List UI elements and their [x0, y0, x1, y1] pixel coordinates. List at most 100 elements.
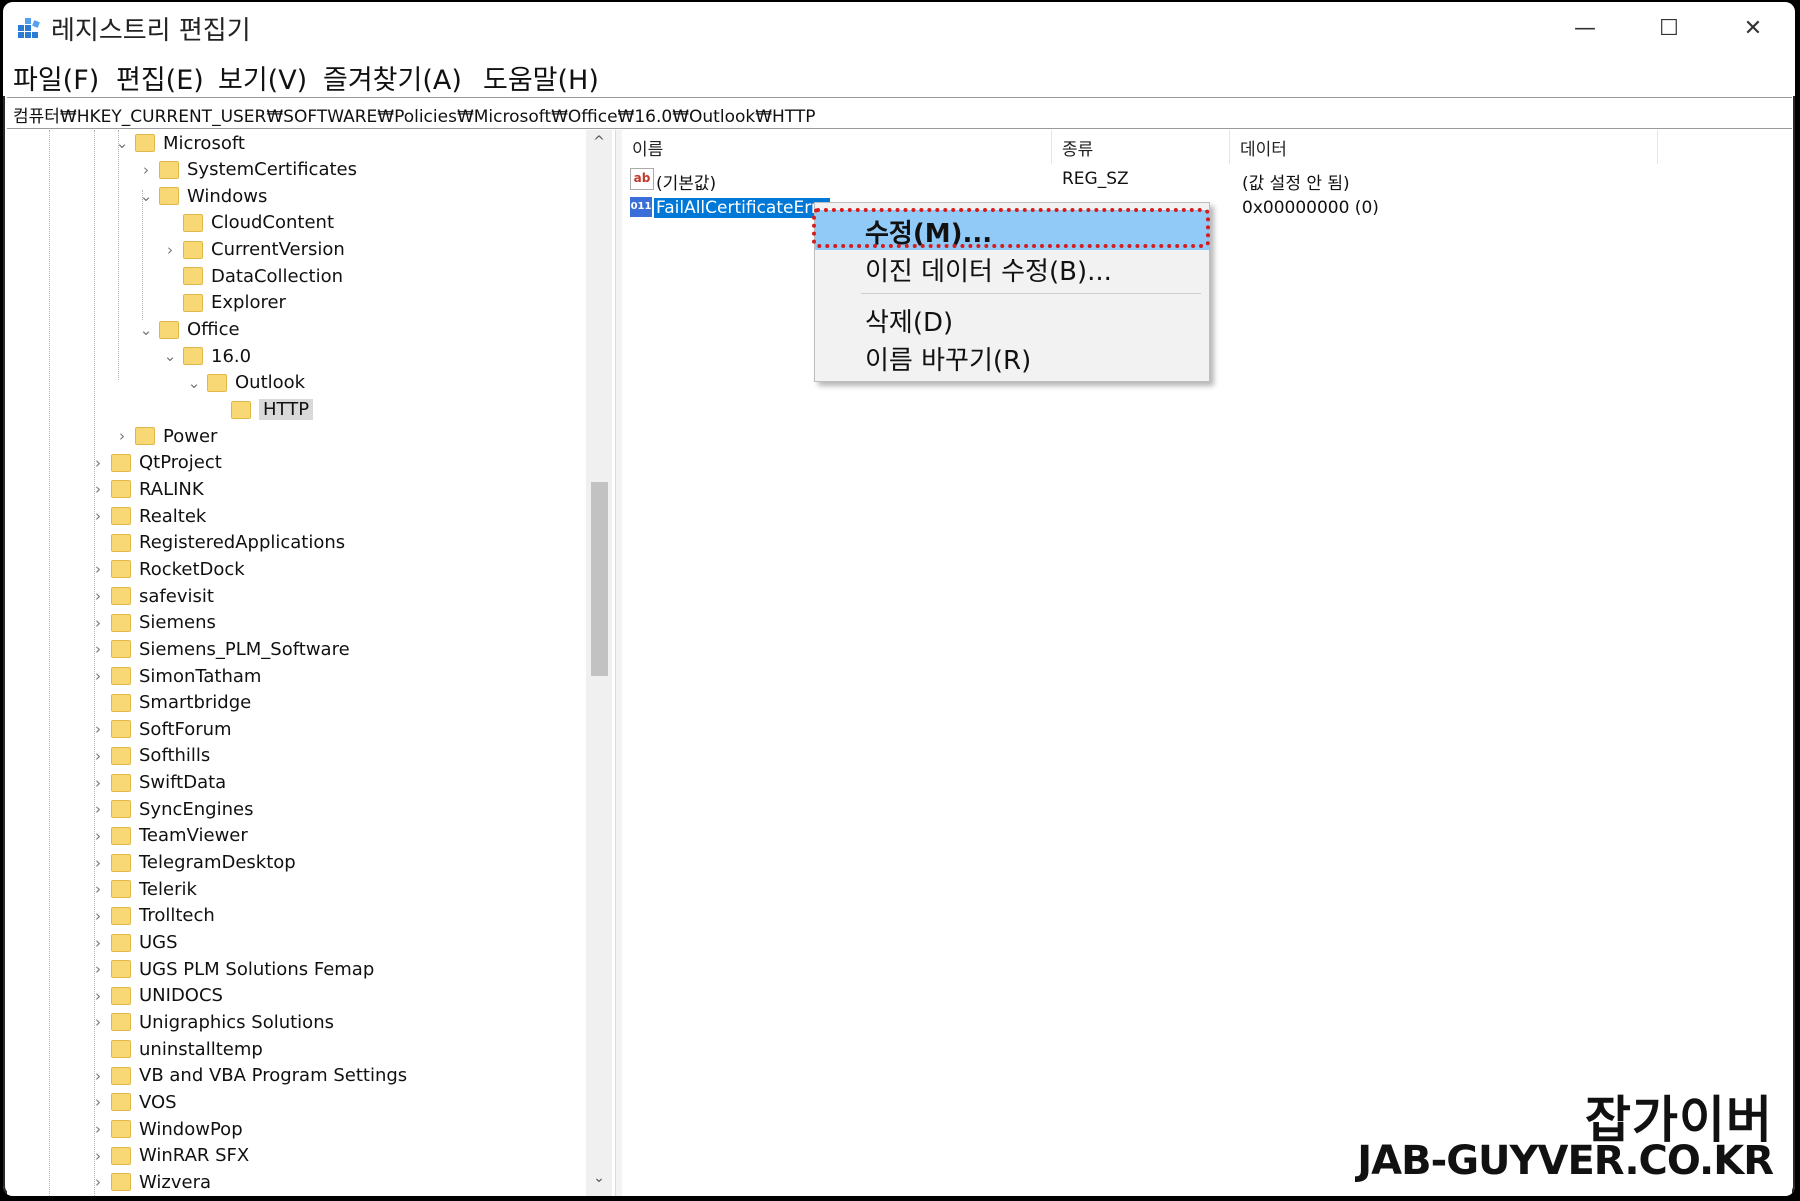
- tree-item[interactable]: › SoftForum: [89, 716, 232, 742]
- value-row-default[interactable]: ab (기본값) REG_SZ (값 설정 안 됨): [630, 166, 1730, 194]
- folder-icon: [111, 480, 131, 499]
- tree-item[interactable]: DataCollection: [161, 263, 343, 289]
- tree-item[interactable]: › Power: [113, 423, 217, 449]
- chevron-right-icon[interactable]: ›: [89, 1067, 107, 1085]
- chevron-down-icon[interactable]: ⌄: [137, 321, 155, 339]
- tree-item[interactable]: › SystemCertificates: [137, 157, 357, 183]
- chevron-right-icon[interactable]: ›: [89, 587, 107, 605]
- tree-item[interactable]: Explorer: [161, 290, 286, 316]
- tree-item[interactable]: HTTP: [209, 397, 314, 423]
- tree-item[interactable]: › CurrentVersion: [161, 237, 345, 263]
- chevron-right-icon[interactable]: ›: [89, 907, 107, 925]
- column-header-name[interactable]: 이름: [622, 130, 1052, 164]
- chevron-right-icon[interactable]: ›: [113, 427, 131, 445]
- tree-item[interactable]: ⌄ Microsoft: [113, 130, 245, 156]
- address-bar[interactable]: 컴퓨터₩HKEY_CURRENT_USER₩SOFTWARE₩Policies₩…: [7, 97, 1792, 129]
- chevron-right-icon[interactable]: ›: [89, 454, 107, 472]
- tree-item[interactable]: CloudContent: [161, 210, 334, 236]
- menu-favorites[interactable]: 즐겨찾기(A): [323, 58, 462, 97]
- tree-item-label: uninstalltemp: [139, 1038, 263, 1060]
- tree-item[interactable]: › RALINK: [89, 476, 204, 502]
- watermark-domain: JAB-GUYVER.CO.KR: [1356, 1137, 1775, 1185]
- tree-item[interactable]: › Siemens_PLM_Software: [89, 636, 350, 662]
- tree-item[interactable]: › SyncEngines: [89, 796, 253, 822]
- maximize-button[interactable]: ☐: [1627, 2, 1711, 54]
- chevron-right-icon[interactable]: ›: [89, 667, 107, 685]
- tree-item[interactable]: › WinRAR SFX: [89, 1143, 249, 1169]
- tree-item[interactable]: › VOS: [89, 1089, 177, 1115]
- tree-item[interactable]: › safevisit: [89, 583, 214, 609]
- chevron-right-icon[interactable]: ›: [89, 854, 107, 872]
- chevron-right-icon[interactable]: ›: [161, 241, 179, 259]
- tree-item[interactable]: ⌄ Office: [137, 317, 240, 343]
- tree-item[interactable]: › SimonTatham: [89, 663, 261, 689]
- chevron-right-icon[interactable]: ›: [89, 774, 107, 792]
- tree-item[interactable]: › Unigraphics Solutions: [89, 1009, 334, 1035]
- context-menu-rename[interactable]: 이름 바꾸기(R): [815, 337, 1209, 377]
- tree-item[interactable]: › UNIDOCS: [89, 983, 223, 1009]
- tree-item[interactable]: uninstalltemp: [89, 1036, 263, 1062]
- tree-item[interactable]: ⌄ 16.0: [161, 343, 251, 369]
- context-menu-modify-binary[interactable]: 이진 데이터 수정(B)...: [815, 248, 1209, 288]
- tree-item[interactable]: › Trolltech: [89, 903, 215, 929]
- close-button[interactable]: ✕: [1711, 2, 1795, 54]
- chevron-right-icon[interactable]: ›: [89, 1173, 107, 1191]
- menu-file[interactable]: 파일(F): [13, 58, 99, 97]
- tree-item[interactable]: › SwiftData: [89, 770, 226, 796]
- chevron-right-icon[interactable]: ›: [89, 1120, 107, 1138]
- tree-item[interactable]: RegisteredApplications: [89, 530, 345, 556]
- chevron-right-icon[interactable]: ›: [89, 507, 107, 525]
- chevron-right-icon[interactable]: ›: [89, 560, 107, 578]
- column-header-type[interactable]: 종류: [1052, 130, 1230, 164]
- tree-item[interactable]: Smartbridge: [89, 690, 251, 716]
- tree-item[interactable]: › RocketDock: [89, 556, 245, 582]
- chevron-right-icon[interactable]: ›: [89, 960, 107, 978]
- chevron-down-icon[interactable]: ⌄: [185, 374, 203, 392]
- scroll-down-arrow[interactable]: ⌄: [586, 1170, 612, 1186]
- tree-item[interactable]: › Realtek: [89, 503, 206, 529]
- chevron-right-icon[interactable]: ›: [89, 987, 107, 1005]
- chevron-right-icon[interactable]: ›: [137, 161, 155, 179]
- scroll-up-arrow[interactable]: ^: [586, 134, 612, 150]
- tree-item[interactable]: › Siemens: [89, 610, 216, 636]
- chevron-right-icon[interactable]: ›: [89, 800, 107, 818]
- chevron-down-icon[interactable]: ⌄: [113, 134, 131, 152]
- chevron-right-icon[interactable]: ›: [89, 934, 107, 952]
- tree-item[interactable]: ⌄ Outlook: [185, 370, 305, 396]
- tree-item[interactable]: › VB and VBA Program Settings: [89, 1063, 407, 1089]
- chevron-right-icon[interactable]: ›: [89, 480, 107, 498]
- context-menu-delete[interactable]: 삭제(D): [815, 299, 1209, 339]
- tree-item[interactable]: ⌄ Windows: [137, 183, 268, 209]
- chevron-right-icon[interactable]: ›: [89, 720, 107, 738]
- minimize-button[interactable]: —: [1543, 2, 1627, 54]
- tree-item[interactable]: › Telerik: [89, 876, 197, 902]
- tree-item[interactable]: › WindowPop: [89, 1116, 243, 1142]
- chevron-right-icon[interactable]: ›: [89, 640, 107, 658]
- menu-help[interactable]: 도움말(H): [483, 58, 599, 97]
- folder-icon: [159, 187, 179, 206]
- registry-editor-app-icon: [18, 18, 40, 38]
- tree-item[interactable]: › TelegramDesktop: [89, 850, 296, 876]
- tree-item[interactable]: › UGS PLM Solutions Femap: [89, 956, 374, 982]
- chevron-right-icon[interactable]: ›: [89, 1147, 107, 1165]
- column-header-data[interactable]: 데이터: [1230, 130, 1658, 164]
- chevron-right-icon[interactable]: ›: [89, 747, 107, 765]
- menu-edit[interactable]: 편집(E): [116, 58, 204, 97]
- chevron-right-icon[interactable]: ›: [89, 1013, 107, 1031]
- chevron-right-icon[interactable]: ›: [89, 614, 107, 632]
- chevron-down-icon[interactable]: ⌄: [161, 347, 179, 365]
- tree-item[interactable]: › TeamViewer: [89, 823, 248, 849]
- tree-item[interactable]: › Wizvera: [89, 1169, 211, 1195]
- tree-item[interactable]: › Softhills: [89, 743, 210, 769]
- menu-view[interactable]: 보기(V): [218, 58, 307, 97]
- chevron-down-icon[interactable]: ⌄: [137, 187, 155, 205]
- chevron-right-icon[interactable]: ›: [89, 1093, 107, 1111]
- tree-scrollbar[interactable]: ^ ⌄: [586, 130, 612, 1196]
- folder-icon: [183, 267, 203, 286]
- chevron-right-icon[interactable]: ›: [89, 880, 107, 898]
- tree-item[interactable]: › UGS: [89, 930, 178, 956]
- scroll-thumb[interactable]: [591, 482, 608, 676]
- tree-item[interactable]: › QtProject: [89, 450, 222, 476]
- key-tree-pane[interactable]: ⌄ Microsoft › SystemCertificates ⌄ Windows Clo…: [7, 130, 616, 1196]
- chevron-right-icon[interactable]: ›: [89, 827, 107, 845]
